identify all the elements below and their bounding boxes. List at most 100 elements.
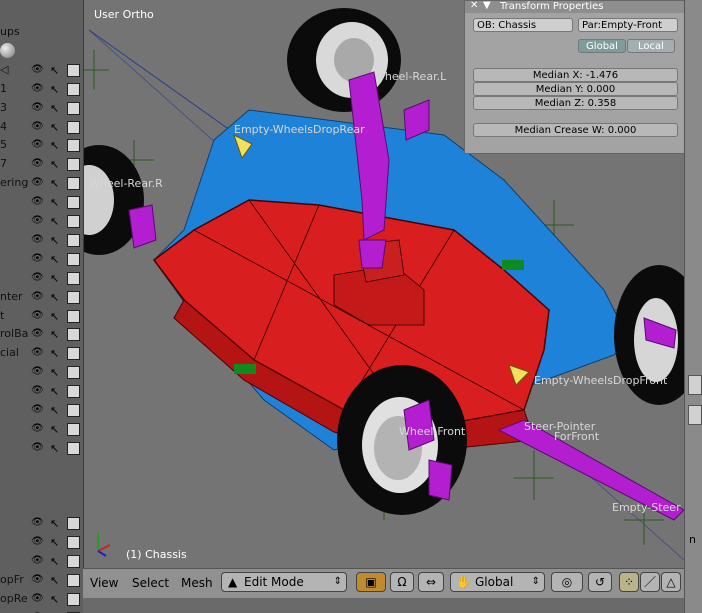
outliner-row[interactable]: ◁ 👁 ↖ xyxy=(0,61,83,80)
outliner-row[interactable]: 👁↖ xyxy=(0,401,83,420)
eye-icon[interactable]: 👁 xyxy=(31,158,44,170)
outliner-row[interactable]: 👁↖ xyxy=(0,269,83,288)
outliner-row[interactable]: 👁↖ xyxy=(0,382,83,401)
eye-icon[interactable]: 👁 xyxy=(31,253,44,265)
orientation-selector[interactable]: ✋ Global ⇕ xyxy=(450,572,545,592)
render-icon[interactable] xyxy=(67,574,80,588)
outliner-row[interactable]: 👁↖ xyxy=(0,609,83,613)
outliner-row[interactable] xyxy=(0,477,83,496)
side-button[interactable] xyxy=(688,375,702,395)
eye-icon[interactable]: 👁 xyxy=(31,385,44,397)
select-arrow-icon[interactable]: ↖ xyxy=(50,272,62,285)
outliner-row[interactable]: opRe 👁 ↖ xyxy=(0,590,83,609)
outliner-row[interactable]: rolBa 👁 ↖ xyxy=(0,325,83,344)
outliner-row[interactable]: ering 👁 ↖ xyxy=(0,174,83,193)
eye-icon[interactable]: 👁 xyxy=(31,555,44,567)
ob-name-field[interactable]: OB: Chassis xyxy=(473,18,573,32)
eye-icon[interactable]: 👁 xyxy=(31,121,44,133)
select-arrow-icon[interactable]: ↖ xyxy=(50,253,62,266)
outliner-row[interactable]: 7 👁 ↖ xyxy=(0,155,83,174)
render-icon[interactable] xyxy=(67,120,80,134)
eye-icon[interactable]: 👁 xyxy=(31,196,44,208)
render-icon[interactable] xyxy=(67,555,80,569)
select-arrow-icon[interactable]: ↖ xyxy=(50,291,62,304)
vertex-select-button[interactable]: ⁘ xyxy=(619,572,639,592)
draw-type-button[interactable]: ▣ xyxy=(356,572,386,592)
render-icon[interactable] xyxy=(67,536,80,550)
outliner-row[interactable]: 👁↖ xyxy=(0,552,83,571)
eye-icon[interactable]: 👁 xyxy=(31,291,44,303)
outliner-row[interactable]: 1 👁 ↖ xyxy=(0,80,83,99)
eye-icon[interactable]: 👁 xyxy=(31,517,44,529)
select-arrow-icon[interactable]: ↖ xyxy=(50,196,62,209)
median-z-field[interactable]: Median Z: 0.358 xyxy=(473,96,678,110)
eye-icon[interactable]: 👁 xyxy=(31,366,44,378)
eye-icon[interactable]: 👁 xyxy=(31,215,44,227)
outliner-row[interactable]: 👁↖ xyxy=(0,514,83,533)
select-arrow-icon[interactable]: ↖ xyxy=(50,234,62,247)
menu-view[interactable]: View xyxy=(90,576,118,590)
render-icon[interactable] xyxy=(67,177,80,191)
render-icon[interactable] xyxy=(67,328,80,342)
outliner-row[interactable]: nter 👁 ↖ xyxy=(0,288,83,307)
select-arrow-icon[interactable]: ↖ xyxy=(50,517,62,530)
median-y-field[interactable]: Median Y: 0.000 xyxy=(473,82,678,96)
eye-icon[interactable]: 👁 xyxy=(31,83,44,95)
eye-icon[interactable]: 👁 xyxy=(31,102,44,114)
render-icon[interactable] xyxy=(67,215,80,228)
outliner-row[interactable]: 👁↖ xyxy=(0,533,83,552)
eye-icon[interactable]: 👁 xyxy=(31,423,44,435)
select-arrow-icon[interactable]: ↖ xyxy=(50,215,62,228)
outliner-row[interactable]: 👁↖ xyxy=(0,193,83,212)
eye-icon[interactable]: 👁 xyxy=(31,310,44,322)
outliner-row[interactable]: 3 👁 ↖ xyxy=(0,99,83,118)
proportional-edit-button[interactable]: ◎ xyxy=(551,572,583,592)
eye-icon[interactable]: 👁 xyxy=(31,234,44,246)
render-icon[interactable] xyxy=(67,82,80,96)
collapse-triangle-icon[interactable]: ▼ xyxy=(483,0,491,11)
render-icon[interactable] xyxy=(67,290,80,304)
select-arrow-icon[interactable]: ↖ xyxy=(50,593,62,606)
eye-icon[interactable]: 👁 xyxy=(31,328,44,340)
render-icon[interactable] xyxy=(67,517,80,531)
outliner-row[interactable]: 👁↖ xyxy=(0,250,83,269)
3d-viewport[interactable]: Wheel-Rear.L Wheel-Rear.R Empty-WheelsDr… xyxy=(83,0,685,568)
render-icon[interactable] xyxy=(67,385,80,399)
render-icon[interactable] xyxy=(67,63,80,77)
render-icon[interactable] xyxy=(67,309,80,323)
outliner-row[interactable]: 5 👁 ↖ xyxy=(0,136,83,155)
outliner-row[interactable]: 👁↖ xyxy=(0,420,83,439)
outliner-row[interactable]: opFr 👁 ↖ xyxy=(0,571,83,590)
eye-icon[interactable]: 👁 xyxy=(31,64,44,76)
edge-select-button[interactable]: ／ xyxy=(640,572,660,592)
render-icon[interactable] xyxy=(67,366,80,380)
local-toggle[interactable]: Local xyxy=(627,39,675,53)
global-toggle[interactable]: Global xyxy=(578,39,626,53)
outliner-row[interactable]: cial 👁 ↖ xyxy=(0,344,83,363)
outliner-row[interactable]: ups xyxy=(0,23,83,42)
render-icon[interactable] xyxy=(67,593,80,606)
snap-button[interactable]: ↺ xyxy=(588,572,612,592)
eye-icon[interactable]: 👁 xyxy=(31,177,44,189)
select-arrow-icon[interactable]: ↖ xyxy=(50,310,62,323)
eye-icon[interactable]: 👁 xyxy=(31,593,44,605)
select-arrow-icon[interactable]: ↖ xyxy=(50,139,62,152)
mode-selector[interactable]: ▲ Edit Mode ⇕ xyxy=(221,572,347,592)
select-arrow-icon[interactable]: ↖ xyxy=(50,347,62,360)
render-icon[interactable] xyxy=(67,347,80,361)
menu-select[interactable]: Select xyxy=(132,576,169,590)
manipulator-button[interactable]: ⇔ xyxy=(418,572,444,592)
outliner-row[interactable]: 4 👁 ↖ xyxy=(0,118,83,137)
pivot-button[interactable]: Ω xyxy=(390,572,414,592)
outliner-row[interactable]: t 👁 ↖ xyxy=(0,307,83,326)
outliner-row[interactable]: 👁↖ xyxy=(0,363,83,382)
render-icon[interactable] xyxy=(67,196,80,210)
eye-icon[interactable]: 👁 xyxy=(31,574,44,586)
render-icon[interactable] xyxy=(67,233,80,247)
select-arrow-icon[interactable]: ↖ xyxy=(50,121,62,134)
median-crease-field[interactable]: Median Crease W: 0.000 xyxy=(473,123,678,137)
render-icon[interactable] xyxy=(67,404,80,417)
select-arrow-icon[interactable]: ↖ xyxy=(50,366,62,379)
outliner-row[interactable]: 👁↖ xyxy=(0,439,83,458)
menu-mesh[interactable]: Mesh xyxy=(181,576,213,590)
